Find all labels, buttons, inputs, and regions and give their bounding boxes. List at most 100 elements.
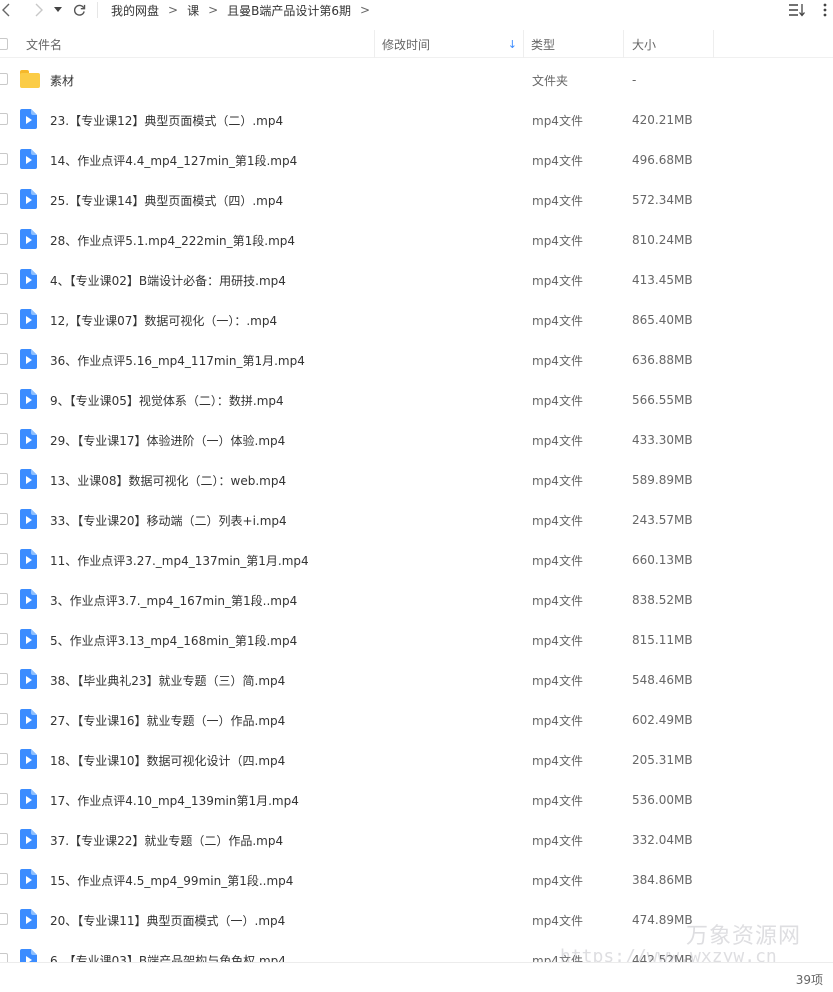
column-header-size[interactable]: 大小 [632, 30, 656, 58]
row-checkbox[interactable] [0, 513, 8, 525]
file-row[interactable]: 4、【专业课02】B端设计必备：用研技.mp4 mp4文件 413.45MB [0, 260, 833, 300]
breadcrumb-item[interactable]: 课 [187, 2, 199, 19]
file-name[interactable]: 36、作业点评5.16_mp4_117min_第1月.mp4 [50, 340, 305, 380]
file-row[interactable]: 9、【专业课05】视觉体系（二）：数拼.mp4 mp4文件 566.55MB [0, 380, 833, 420]
file-name[interactable]: 23.【专业课12】典型页面模式（二）.mp4 [50, 100, 283, 140]
file-list: 素材 文件夹 - 23.【专业课12】典型页面模式（二）.mp4 mp4文件 420.21… [0, 60, 833, 962]
file-row[interactable]: 33、【专业课20】移动端（二）列表+i.mp4 mp4文件 243.57MB [0, 500, 833, 540]
row-checkbox[interactable] [0, 433, 8, 445]
file-name[interactable]: 13、业课08】数据可视化（二）：web.mp4 [50, 460, 286, 500]
breadcrumb-item[interactable]: 我的网盘 [111, 2, 159, 19]
file-name[interactable]: 12,【专业课07】数据可视化（一）：.mp4 [50, 300, 277, 340]
refresh-icon [73, 4, 85, 16]
file-row[interactable]: 27、【专业课16】就业专题（一）作品.mp4 mp4文件 602.49MB [0, 700, 833, 740]
file-name[interactable]: 38、【毕业典礼23】就业专题（三）简.mp4 [50, 660, 285, 700]
file-row[interactable]: 12,【专业课07】数据可视化（一）：.mp4 mp4文件 865.40MB [0, 300, 833, 340]
row-checkbox[interactable] [0, 313, 8, 325]
file-size: 548.46MB [632, 673, 693, 687]
row-checkbox[interactable] [0, 73, 8, 85]
column-header-type[interactable]: 类型 [531, 30, 555, 58]
row-checkbox[interactable] [0, 913, 8, 925]
row-checkbox[interactable] [0, 553, 8, 565]
file-row[interactable]: 17、作业点评4.10_mp4_139min第1月.mp4 mp4文件 536.00… [0, 780, 833, 820]
file-row[interactable]: 5、作业点评3.13_mp4_168min_第1段.mp4 mp4文件 815.11… [0, 620, 833, 660]
file-row[interactable]: 15、作业点评4.5_mp4_99min_第1段..mp4 mp4文件 384.86… [0, 860, 833, 900]
row-checkbox[interactable] [0, 193, 8, 205]
file-row[interactable]: 38、【毕业典礼23】就业专题（三）简.mp4 mp4文件 548.46MB [0, 660, 833, 700]
row-checkbox[interactable] [0, 593, 8, 605]
file-name[interactable]: 37.【专业课22】就业专题（二）作品.mp4 [50, 820, 283, 860]
file-size: 566.55MB [632, 393, 693, 407]
file-name[interactable]: 9、【专业课05】视觉体系（二）：数拼.mp4 [50, 380, 284, 420]
file-name[interactable]: 18、【专业课10】数据可视化设计（四.mp4 [50, 740, 285, 780]
file-size: 433.30MB [632, 433, 693, 447]
row-checkbox[interactable] [0, 833, 8, 845]
file-row[interactable]: 28、作业点评5.1.mp4_222min_第1段.mp4 mp4文件 810.24… [0, 220, 833, 260]
column-header-name[interactable]: 文件名 [26, 30, 62, 58]
file-name[interactable]: 3、作业点评3.7._mp4_167min_第1段..mp4 [50, 580, 297, 620]
file-name[interactable]: 27、【专业课16】就业专题（一）作品.mp4 [50, 700, 285, 740]
forward-button[interactable] [28, 0, 50, 20]
file-name[interactable]: 17、作业点评4.10_mp4_139min第1月.mp4 [50, 780, 299, 820]
column-divider[interactable] [623, 30, 624, 58]
more-options-button[interactable] [817, 0, 833, 20]
folder-icon [20, 69, 40, 89]
file-name[interactable]: 4、【专业课02】B端设计必备：用研技.mp4 [50, 260, 286, 300]
file-name[interactable]: 15、作业点评4.5_mp4_99min_第1段..mp4 [50, 860, 293, 900]
file-row[interactable]: 25.【专业课14】典型页面模式（四）.mp4 mp4文件 572.34MB [0, 180, 833, 220]
row-checkbox[interactable] [0, 393, 8, 405]
row-checkbox[interactable] [0, 713, 8, 725]
history-dropdown-button[interactable] [50, 0, 66, 20]
row-checkbox[interactable] [0, 753, 8, 765]
row-checkbox[interactable] [0, 633, 8, 645]
file-row[interactable]: 11、作业点评3.27._mp4_137min_第1月.mp4 mp4文件 660.… [0, 540, 833, 580]
row-checkbox[interactable] [0, 353, 8, 365]
file-name[interactable]: 29、【专业课17】体验进阶（一）体验.mp4 [50, 420, 285, 460]
file-row[interactable]: 3、作业点评3.7._mp4_167min_第1段..mp4 mp4文件 838.5… [0, 580, 833, 620]
file-name[interactable]: 14、作业点评4.4_mp4_127min_第1段.mp4 [50, 140, 297, 180]
breadcrumb-item[interactable]: 且曼B端产品设计第6期 [227, 2, 351, 19]
column-header-modified[interactable]: 修改时间 ↓ [382, 30, 523, 58]
video-file-icon [20, 749, 40, 769]
column-divider[interactable] [713, 30, 714, 58]
file-name[interactable]: 素材 [50, 60, 74, 100]
column-divider[interactable] [523, 30, 524, 58]
select-all-checkbox[interactable] [0, 38, 8, 50]
file-name[interactable]: 6、【专业课03】B端产品架构与角色权.mp4 [50, 940, 286, 963]
video-file-icon [20, 109, 40, 129]
row-checkbox[interactable] [0, 673, 8, 685]
column-divider[interactable] [374, 30, 375, 58]
sort-descending-icon: ↓ [507, 37, 517, 51]
file-row[interactable]: 13、业课08】数据可视化（二）：web.mp4 mp4文件 589.89MB [0, 460, 833, 500]
row-checkbox[interactable] [0, 953, 8, 962]
row-checkbox[interactable] [0, 473, 8, 485]
file-row[interactable]: 36、作业点评5.16_mp4_117min_第1月.mp4 mp4文件 636.8… [0, 340, 833, 380]
file-type: mp4文件 [532, 913, 583, 928]
row-checkbox[interactable] [0, 793, 8, 805]
file-size: 205.31MB [632, 753, 693, 767]
file-row[interactable]: 23.【专业课12】典型页面模式（二）.mp4 mp4文件 420.21MB [0, 100, 833, 140]
file-row[interactable]: 29、【专业课17】体验进阶（一）体验.mp4 mp4文件 433.30MB [0, 420, 833, 460]
sort-button[interactable] [787, 0, 807, 20]
file-row[interactable]: 14、作业点评4.4_mp4_127min_第1段.mp4 mp4文件 496.68… [0, 140, 833, 180]
select-all-checkbox-cell[interactable] [0, 30, 10, 58]
row-checkbox[interactable] [0, 233, 8, 245]
row-checkbox[interactable] [0, 153, 8, 165]
back-button[interactable] [0, 0, 12, 20]
file-row[interactable]: 素材 文件夹 - [0, 60, 833, 100]
row-checkbox[interactable] [0, 273, 8, 285]
file-name[interactable]: 11、作业点评3.27._mp4_137min_第1月.mp4 [50, 540, 309, 580]
file-list-header: 文件名 修改时间 ↓ 类型 大小 [0, 30, 833, 58]
video-file-icon [20, 829, 40, 849]
chevron-right-icon[interactable]: > [360, 3, 370, 17]
refresh-button[interactable] [68, 0, 90, 20]
file-name[interactable]: 25.【专业课14】典型页面模式（四）.mp4 [50, 180, 283, 220]
file-name[interactable]: 28、作业点评5.1.mp4_222min_第1段.mp4 [50, 220, 295, 260]
row-checkbox[interactable] [0, 113, 8, 125]
file-row[interactable]: 18、【专业课10】数据可视化设计（四.mp4 mp4文件 205.31MB [0, 740, 833, 780]
row-checkbox[interactable] [0, 873, 8, 885]
file-name[interactable]: 20、【专业课11】典型页面模式（一）.mp4 [50, 900, 285, 940]
file-name[interactable]: 33、【专业课20】移动端（二）列表+i.mp4 [50, 500, 287, 540]
file-row[interactable]: 37.【专业课22】就业专题（二）作品.mp4 mp4文件 332.04MB [0, 820, 833, 860]
file-name[interactable]: 5、作业点评3.13_mp4_168min_第1段.mp4 [50, 620, 297, 660]
